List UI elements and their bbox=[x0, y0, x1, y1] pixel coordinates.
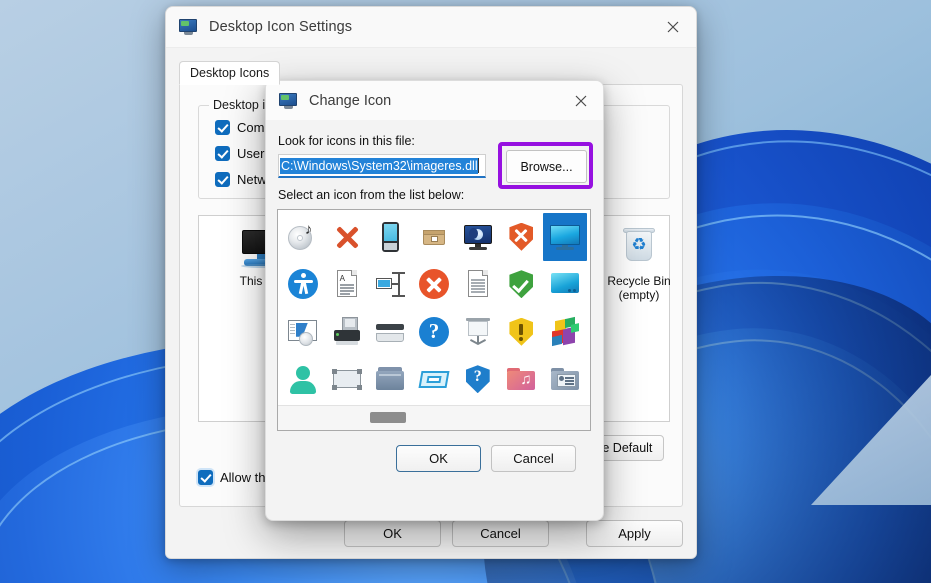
settings-title-bar: Desktop Icon Settings bbox=[166, 7, 696, 48]
media-device-icon bbox=[374, 221, 406, 253]
outlined-card-icon bbox=[418, 363, 450, 395]
desktop-icon-settings-icon bbox=[179, 19, 197, 35]
audio-cd-icon: ♪ bbox=[287, 221, 319, 253]
accessibility-icon bbox=[287, 268, 319, 300]
color-blocks-icon bbox=[549, 316, 581, 348]
change-icon-cancel-button[interactable]: Cancel bbox=[491, 445, 576, 472]
settings-apply-button[interactable]: Apply bbox=[586, 520, 683, 547]
checkbox-network-box bbox=[215, 172, 230, 187]
blue-shield-question-icon: ? bbox=[462, 363, 494, 395]
icon-cell-selected[interactable] bbox=[543, 213, 587, 261]
green-shield-check-icon bbox=[505, 268, 537, 300]
change-icon-ok-label: OK bbox=[429, 451, 448, 466]
file-path-value: C:\Windows\System32\imageres.dll bbox=[280, 158, 478, 174]
settings-ok-button[interactable]: OK bbox=[344, 520, 441, 547]
window-disc-icon bbox=[287, 316, 319, 348]
icon-cell[interactable] bbox=[500, 308, 544, 356]
music-folder-icon: ♫ bbox=[505, 363, 537, 395]
icon-cell[interactable]: ? bbox=[456, 356, 500, 404]
change-icon-body: Look for icons in this file: C:\Windows\… bbox=[266, 120, 603, 520]
projector-screen-icon bbox=[462, 316, 494, 348]
icon-cell[interactable] bbox=[368, 308, 412, 356]
icon-cell[interactable] bbox=[456, 213, 500, 261]
settings-ok-label: OK bbox=[383, 526, 402, 541]
icon-cell[interactable] bbox=[456, 308, 500, 356]
icon-cell[interactable]: ? bbox=[412, 308, 456, 356]
browse-button-label: Browse... bbox=[520, 160, 572, 174]
tab-desktop-icons-label: Desktop Icons bbox=[190, 66, 269, 80]
icon-list-box[interactable]: ♪ bbox=[277, 209, 591, 431]
icon-cell[interactable] bbox=[325, 356, 369, 404]
printer-icon bbox=[331, 316, 363, 348]
settings-cancel-button[interactable]: Cancel bbox=[452, 520, 549, 547]
change-icon-title: Change Icon bbox=[309, 93, 391, 109]
icon-cell[interactable] bbox=[500, 213, 544, 261]
icon-cell[interactable] bbox=[412, 261, 456, 309]
scrollbar-thumb[interactable] bbox=[370, 412, 406, 423]
icon-cell[interactable] bbox=[368, 356, 412, 404]
settings-apply-label: Apply bbox=[618, 526, 651, 541]
settings-window-title: Desktop Icon Settings bbox=[209, 19, 352, 35]
icon-cell[interactable] bbox=[412, 356, 456, 404]
icon-grid: ♪ bbox=[278, 210, 590, 406]
icon-cell[interactable] bbox=[325, 308, 369, 356]
icon-cell[interactable] bbox=[412, 213, 456, 261]
document-blank-icon bbox=[462, 268, 494, 300]
change-icon-app-icon bbox=[279, 93, 297, 109]
change-icon-ok-button[interactable]: OK bbox=[396, 445, 481, 472]
preview-item-recycle-bin[interactable]: ♻ Recycle Bin (empty) bbox=[593, 228, 685, 302]
icon-cell[interactable]: ♫ bbox=[500, 356, 544, 404]
close-icon[interactable] bbox=[650, 7, 696, 47]
close-icon[interactable] bbox=[559, 81, 603, 120]
checkbox-users-files-box bbox=[215, 146, 230, 161]
red-x-icon bbox=[331, 221, 363, 253]
icon-cell[interactable] bbox=[543, 261, 587, 309]
teal-screen-icon bbox=[549, 268, 581, 300]
scanner-icon bbox=[374, 316, 406, 348]
preview-item-recycle-bin-label: Recycle Bin (empty) bbox=[593, 274, 685, 302]
icon-cell[interactable] bbox=[500, 261, 544, 309]
recycle-bin-icon: ♻ bbox=[616, 228, 662, 270]
document-text-icon: A bbox=[331, 268, 363, 300]
icon-cell[interactable]: ♪ bbox=[281, 213, 325, 261]
checkbox-allow-themes-box bbox=[198, 470, 213, 485]
text-caret bbox=[478, 158, 479, 173]
browse-button[interactable]: Browse... bbox=[506, 150, 587, 183]
file-path-label: Look for icons in this file: bbox=[278, 134, 415, 148]
tab-strip: Desktop Icons bbox=[179, 59, 280, 85]
yellow-warning-shield-icon bbox=[505, 316, 537, 348]
user-silhouette-icon bbox=[287, 363, 319, 395]
icon-cell[interactable] bbox=[456, 261, 500, 309]
select-icon-label: Select an icon from the list below: bbox=[278, 188, 464, 202]
checkbox-computer-box bbox=[215, 120, 230, 135]
small-box-icon bbox=[418, 221, 450, 253]
tab-desktop-icons[interactable]: Desktop Icons bbox=[179, 61, 280, 85]
icon-cell[interactable] bbox=[368, 261, 412, 309]
blue-question-icon: ? bbox=[418, 316, 450, 348]
orange-shield-x-icon bbox=[505, 221, 537, 253]
orange-circle-x-icon bbox=[418, 268, 450, 300]
file-path-input[interactable]: C:\Windows\System32\imageres.dll bbox=[278, 154, 486, 178]
change-icon-title-bar: Change Icon bbox=[266, 81, 603, 120]
blue-grey-box-icon bbox=[374, 363, 406, 395]
icon-cell[interactable] bbox=[543, 356, 587, 404]
framed-panel-icon bbox=[331, 363, 363, 395]
change-icon-cancel-label: Cancel bbox=[513, 451, 553, 466]
monitor-icon bbox=[549, 221, 581, 253]
icon-cell[interactable] bbox=[543, 308, 587, 356]
icon-cell[interactable]: A bbox=[325, 261, 369, 309]
icon-cell[interactable] bbox=[281, 356, 325, 404]
contacts-folder-icon bbox=[549, 363, 581, 395]
icon-cell[interactable] bbox=[281, 308, 325, 356]
monitor-sleep-icon bbox=[462, 221, 494, 253]
icon-cell[interactable] bbox=[325, 213, 369, 261]
settings-cancel-label: Cancel bbox=[480, 526, 520, 541]
network-diagram-icon bbox=[374, 268, 406, 300]
icon-list-horizontal-scrollbar[interactable] bbox=[278, 405, 590, 430]
icon-cell[interactable] bbox=[281, 261, 325, 309]
icon-cell[interactable] bbox=[368, 213, 412, 261]
change-icon-dialog: Change Icon Look for icons in this file:… bbox=[265, 80, 604, 521]
